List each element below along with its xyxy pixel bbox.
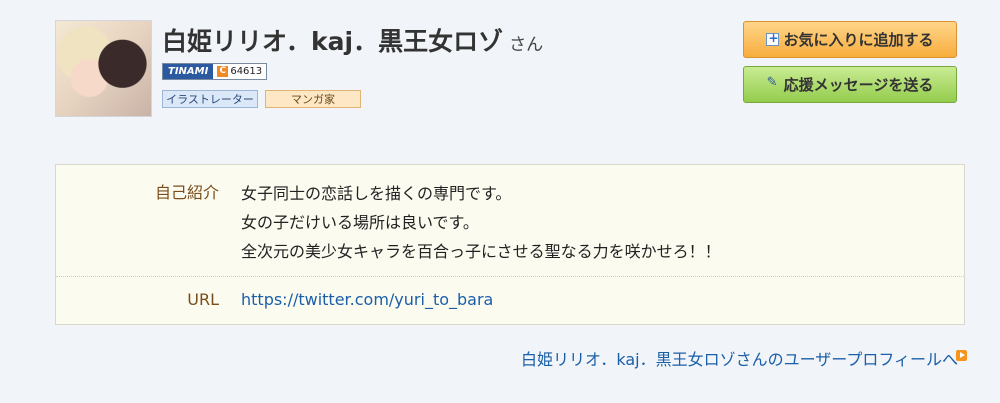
add-favorite-icon	[766, 31, 780, 46]
user-name: 白姫リリオ．kaj．黒王女ロゾ	[162, 27, 504, 56]
honorific: さん	[509, 35, 544, 55]
url-label: URL	[187, 290, 219, 309]
intro-line: 女子同士の恋話しを描くの専門です。	[241, 184, 512, 203]
divider	[56, 276, 964, 277]
add-favorite-button[interactable]: お気に入りに追加する	[743, 21, 957, 58]
intro-line: 全次元の美少女キャラを百合っ子にさせる聖なる力を咲かせろ！！	[241, 242, 721, 261]
user-name-row: 白姫リリオ．kaj．黒王女ロゾ さん	[162, 22, 543, 58]
tinami-count-badge: TINAMI C 64613	[162, 63, 268, 80]
intro-text: 女子同士の恋話しを描くの専門です。 女の子だけいる場所は良いです。 全次元の美少…	[241, 179, 721, 266]
send-message-button[interactable]: 応援メッセージを送る	[743, 66, 957, 103]
send-message-label: 応援メッセージを送る	[783, 76, 934, 94]
intro-line: 女の子だけいる場所は良いです。	[241, 213, 479, 232]
intro-label: 自己紹介	[154, 183, 219, 202]
url-link[interactable]: https://twitter.com/yuri_to_bara	[241, 290, 493, 309]
profile-box: 自己紹介 女子同士の恋話しを描くの専門です。 女の子だけいる場所は良いです。 全…	[55, 164, 965, 325]
tag-illustrator[interactable]: イラストレーター	[162, 90, 258, 108]
add-favorite-label: お気に入りに追加する	[783, 31, 934, 49]
pencil-icon	[767, 75, 780, 91]
avatar[interactable]	[55, 20, 152, 117]
tinami-logo: TINAMI	[163, 64, 214, 79]
count-value: 64613	[230, 66, 263, 77]
arrow-right-icon[interactable]	[956, 350, 967, 361]
count-icon: C	[217, 66, 229, 77]
tag-manga[interactable]: マンガ家	[265, 90, 361, 108]
user-profile-link[interactable]: 白姫リリオ．kaj．黒王女ロゾさんのユーザープロフィールへ	[521, 346, 958, 370]
